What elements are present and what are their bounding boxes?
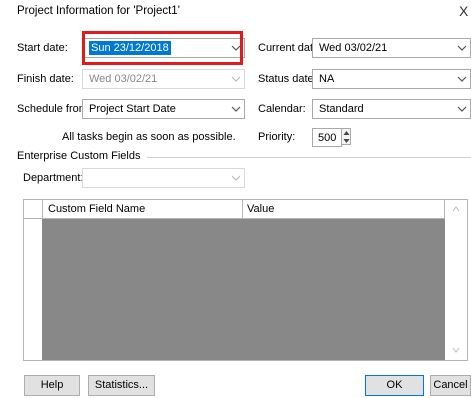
custom-fields-grid[interactable]: Custom Field Name Value [23,199,468,361]
help-button-label: Help [40,379,64,391]
cancel-button-label: Cancel [433,379,468,391]
close-icon[interactable]: X [459,3,468,19]
chevron-down-icon[interactable] [457,102,467,116]
current-date-value: Wed 03/02/21 [319,42,388,54]
chevron-down-icon [231,76,241,82]
calendar-value: Standard [319,103,364,115]
scroll-down-icon[interactable] [452,347,460,353]
priority-input[interactable]: 500 [312,128,342,147]
finish-date-value: Wed 03/02/21 [89,73,158,85]
schedule-from-value: Project Start Date [89,103,176,115]
cancel-button[interactable]: Cancel [430,375,471,396]
department-select [82,168,245,188]
spinner-down-icon[interactable] [343,138,350,144]
grid-scrollbar[interactable] [445,200,467,360]
column-divider [42,200,43,219]
statistics-button[interactable]: Statistics... [88,375,155,396]
chevron-down-icon[interactable] [457,41,467,55]
status-date-field[interactable]: NA [312,69,471,89]
help-button[interactable]: Help [24,375,80,396]
chevron-down-icon [231,175,241,181]
start-date-label-text: Start date: [17,42,68,54]
priority-spinner[interactable] [341,128,351,145]
highlight-box [82,31,243,65]
status-date-label: Status date: [258,73,317,85]
current-date-field[interactable]: Wed 03/02/21 [312,38,471,58]
statistics-button-label: Statistics... [94,379,149,391]
enterprise-heading: Enterprise Custom Fields [17,150,141,162]
priority-label: Priority: [258,131,296,143]
grid-body[interactable] [42,219,445,360]
chevron-down-icon[interactable] [231,102,241,116]
department-label: Department: [23,172,84,184]
finish-date-field: Wed 03/02/21 [82,69,245,89]
dialog-title: Project Information for 'Project1' [17,5,180,17]
schedule-note: All tasks begin as soon as possible. [62,131,236,143]
schedule-from-label: Schedule from: [17,103,91,115]
scroll-up-icon[interactable] [452,206,460,212]
ok-button-label: OK [386,379,403,391]
schedule-from-select[interactable]: Project Start Date [82,99,245,119]
calendar-select[interactable]: Standard [312,99,471,119]
column-header-value[interactable]: Value [247,203,274,215]
calendar-label: Calendar: [258,103,306,115]
priority-value: 500 [318,132,337,144]
ok-button[interactable]: OK [365,375,424,396]
group-divider [147,157,471,158]
start-date-label: Start date: [17,42,68,54]
column-divider [242,200,243,219]
grid-header: Custom Field Name Value [24,200,445,219]
spinner-up-icon[interactable] [343,130,350,136]
finish-date-label: Finish date: [17,73,74,85]
chevron-down-icon[interactable] [457,72,467,86]
column-header-name[interactable]: Custom Field Name [48,203,145,215]
status-date-value: NA [319,73,335,85]
